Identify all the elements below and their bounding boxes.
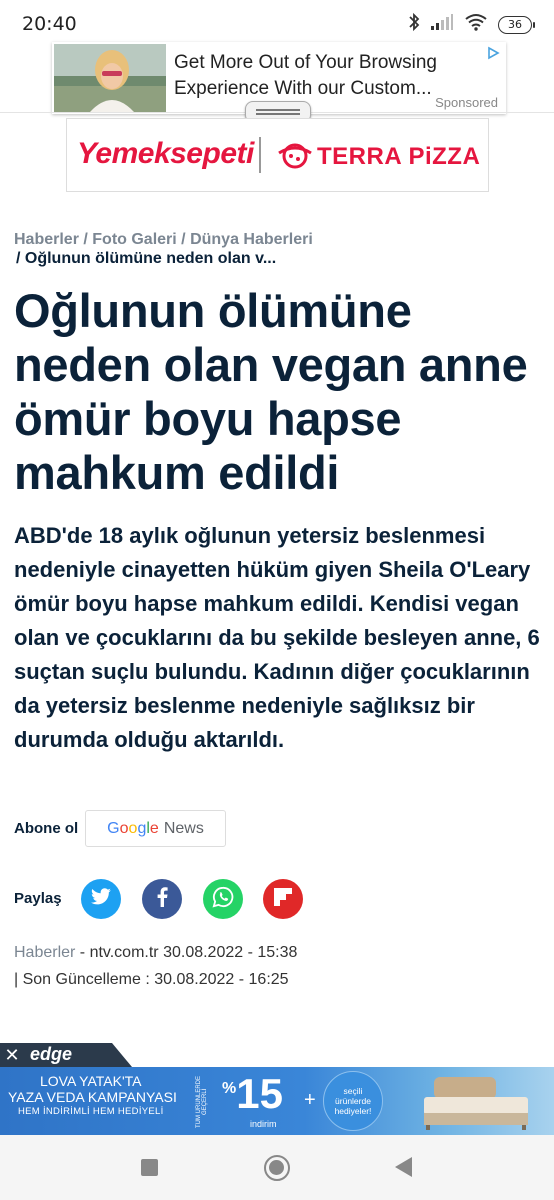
percent-sign: % <box>222 1080 237 1097</box>
gift-badge: seçili ürünlerde hediyeler! <box>323 1071 383 1131</box>
article-summary: ABD'de 18 aylık oğlunun yetersiz beslenm… <box>14 523 540 752</box>
recent-apps-icon[interactable] <box>141 1159 158 1176</box>
close-icon[interactable]: ✕ <box>2 1045 22 1065</box>
source-link[interactable]: Haberler <box>14 944 75 961</box>
back-icon[interactable] <box>395 1157 412 1177</box>
ad-discount: %15 <box>222 1070 283 1118</box>
twitter-share-button[interactable] <box>81 879 121 919</box>
breadcrumb-dunya-haberleri[interactable]: / Dünya Haberleri <box>181 231 313 248</box>
home-icon[interactable] <box>264 1155 290 1181</box>
battery-icon: 36 <box>498 15 535 34</box>
adchoices-icon[interactable] <box>486 46 500 60</box>
discount-value: 15 <box>236 1070 283 1117</box>
breadcrumb: Haberler / Foto Galeri / Dünya Haberleri… <box>14 230 534 268</box>
ad-vertical-text: TÜM ÜRÜNLERDE GEÇERLİ <box>196 1076 208 1129</box>
banner-separator <box>259 137 261 173</box>
status-time: 20:40 <box>22 13 77 35</box>
google-letter: e <box>149 819 159 837</box>
bed-image <box>414 1075 536 1131</box>
terra-pizza-logo: TERRA PiZZA <box>317 143 481 170</box>
gift-line-2: ürünlerde <box>335 1096 371 1106</box>
google-wordmark: Google <box>107 820 159 838</box>
ad-line-1: LOVA YATAK'TA <box>40 1073 142 1089</box>
google-letter: G <box>107 819 120 837</box>
breadcrumb-foto-galeri[interactable]: / Foto Galeri <box>83 231 176 248</box>
subscribe-label: Abone ol <box>14 820 79 837</box>
breadcrumb-haberler[interactable]: Haberler <box>14 231 79 248</box>
yemeksepeti-logo: Yemeksepeti <box>77 137 254 170</box>
discount-label: indirim <box>250 1119 277 1129</box>
breadcrumb-current: / Oğlunun ölümüne neden olan v... <box>16 250 277 267</box>
plus-sign: + <box>304 1089 316 1111</box>
bluetooth-icon <box>408 12 420 37</box>
edge-logo: edge <box>30 1044 73 1064</box>
twitter-icon <box>90 887 112 911</box>
bottom-ad[interactable]: ✕ edge LOVA YATAK'TA YAZA VEDA KAMPANYAS… <box>0 1043 554 1135</box>
flipboard-share-button[interactable] <box>263 879 303 919</box>
facebook-icon <box>156 886 168 912</box>
google-news-button[interactable]: Google News <box>85 810 226 847</box>
status-icons: 36 <box>408 12 535 37</box>
sponsor-banner[interactable]: Yemeksepeti TERRA PiZZA <box>66 118 489 192</box>
publish-date: - ntv.com.tr 30.08.2022 - 15:38 <box>75 944 298 961</box>
ad-line-2: Experience With our Custom... <box>174 78 432 99</box>
google-letter: g <box>137 819 147 837</box>
ad-line-2: YAZA VEDA KAMPANYASI <box>8 1089 177 1105</box>
ad-thumbnail-image <box>54 44 166 112</box>
flipboard-icon <box>274 887 292 911</box>
gift-line-1: seçili <box>343 1086 363 1096</box>
sponsored-label: Sponsored <box>435 95 498 110</box>
system-nav-bar <box>0 1135 554 1200</box>
ad-line-3: HEM İNDİRİMLİ HEM HEDİYELİ <box>18 1106 164 1117</box>
signal-icon <box>430 13 454 36</box>
ad-line-1: Get More Out of Your Browsing <box>174 52 437 73</box>
whatsapp-share-button[interactable] <box>203 879 243 919</box>
wifi-icon <box>464 13 488 36</box>
terra-pizza-icon <box>277 141 313 176</box>
ad-headline: Get More Out of Your Browsing Experience… <box>174 50 474 102</box>
share-label: Paylaş <box>14 890 62 907</box>
last-updated: | Son Güncelleme : 30.08.2022 - 16:25 <box>14 971 289 988</box>
google-letter: o <box>119 819 129 837</box>
facebook-share-button[interactable] <box>142 879 182 919</box>
gift-line-3: hediyeler! <box>334 1106 372 1116</box>
article-source-date: Haberler - ntv.com.tr 30.08.2022 - 15:38 <box>14 944 297 962</box>
news-label: News <box>163 819 204 837</box>
status-bar: 20:40 36 <box>0 0 554 44</box>
article-headline: Oğlunun ölümüne neden olan vegan anne öm… <box>14 284 528 499</box>
ad-banner[interactable]: LOVA YATAK'TA YAZA VEDA KAMPANYASI HEM İ… <box>0 1067 554 1135</box>
whatsapp-icon <box>212 886 234 913</box>
